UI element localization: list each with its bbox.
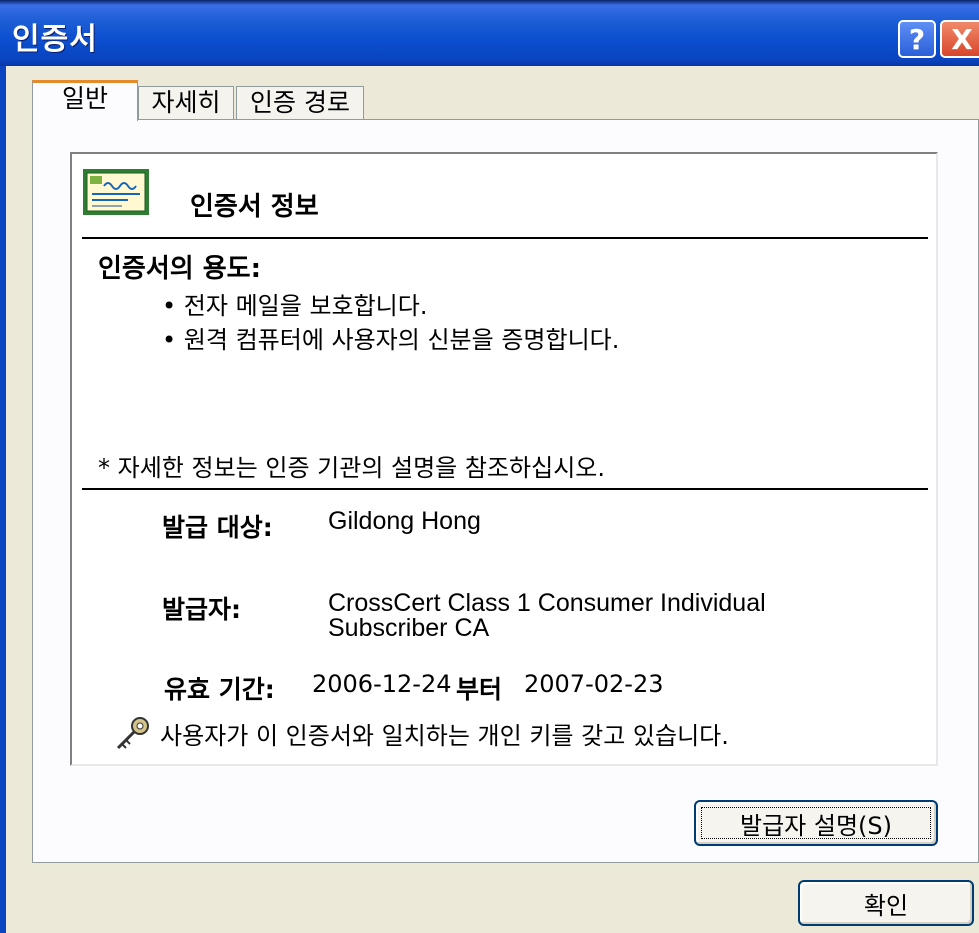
tab-details[interactable]: 자세히 xyxy=(138,86,234,120)
close-button[interactable]: X xyxy=(940,20,979,58)
tab-certification-path[interactable]: 인증 경로 xyxy=(236,86,364,120)
title-bar[interactable]: 인증서 ? X xyxy=(0,0,979,66)
divider xyxy=(82,488,928,490)
issuer-label: 발급자: xyxy=(162,595,241,624)
window-title: 인증서 xyxy=(12,22,98,57)
issuer-statement-label: 발급자 설명(S) xyxy=(740,811,892,840)
validity-label: 유효 기간: xyxy=(164,675,275,704)
validity-from-word: 부터 xyxy=(456,675,503,704)
purpose-item: • 전자 메일을 보호합니다. xyxy=(162,292,428,320)
ok-label: 확인 xyxy=(863,891,909,920)
help-button[interactable]: ? xyxy=(898,20,936,58)
help-icon: ? xyxy=(908,22,926,56)
valid-from-value: 2006-12-24 xyxy=(312,670,452,698)
key-icon xyxy=(116,717,149,750)
window-border xyxy=(0,66,6,933)
certificate-dialog: 인증서 ? X 일반 자세히 인증 경로 인증서 정보 인증서의 용도: • 전… xyxy=(0,0,979,933)
authority-note: * 자세한 정보는 인증 기관의 설명을 참조하십시오. xyxy=(98,454,606,482)
divider xyxy=(82,237,928,239)
tab-general[interactable]: 일반 xyxy=(32,80,138,121)
issuer-statement-button[interactable]: 발급자 설명(S) xyxy=(694,800,938,846)
private-key-note: 사용자가 이 인증서와 일치하는 개인 키를 갖고 있습니다. xyxy=(160,722,729,750)
issued-to-label: 발급 대상: xyxy=(162,513,273,542)
purposes-label: 인증서의 용도: xyxy=(98,254,261,284)
certificate-info-heading: 인증서 정보 xyxy=(190,192,319,222)
issuer-value-line2: Subscriber CA xyxy=(328,614,490,642)
issued-to-value: Gildong Hong xyxy=(328,507,481,535)
close-icon: X xyxy=(951,22,973,56)
ok-button[interactable]: 확인 xyxy=(798,880,974,926)
certificate-icon xyxy=(83,169,149,215)
valid-to-value: 2007-02-23 xyxy=(524,670,664,698)
purpose-item: • 원격 컴퓨터에 사용자의 신분을 증명합니다. xyxy=(162,326,620,354)
